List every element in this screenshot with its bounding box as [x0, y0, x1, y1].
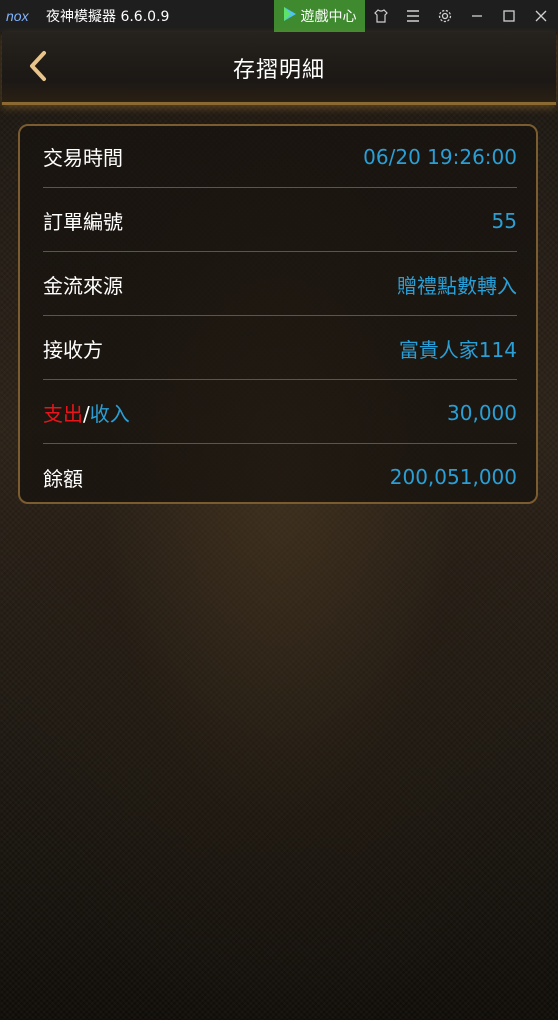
row-value: 贈禮點數轉入 — [397, 274, 517, 298]
detail-row-receiver: 接收方 富貴人家114 — [43, 318, 517, 380]
gear-icon[interactable] — [429, 0, 461, 32]
transaction-detail-card: 交易時間 06/20 19:26:00 訂單編號 55 金流來源 贈禮點數轉入 … — [18, 124, 538, 504]
page-title: 存摺明細 — [232, 58, 325, 83]
svg-text:nox: nox — [6, 9, 30, 23]
minimize-icon[interactable] — [461, 0, 493, 32]
shirt-icon[interactable] — [365, 0, 397, 32]
row-label: 金流來源 — [43, 274, 123, 298]
expense-label: 支出 — [43, 402, 83, 426]
row-label: 訂單編號 — [43, 210, 123, 234]
menu-icon[interactable] — [397, 0, 429, 32]
row-value: 55 — [491, 208, 517, 233]
detail-row-balance: 餘額 200,051,000 — [43, 446, 517, 508]
row-value: 富貴人家114 — [398, 338, 517, 362]
app-screen: 存摺明細 交易時間 06/20 19:26:00 訂單編號 55 金流來源 贈禮… — [0, 32, 558, 1020]
detail-row-time: 交易時間 06/20 19:26:00 — [43, 126, 517, 188]
row-value: 200,051,000 — [389, 465, 517, 489]
detail-row-source: 金流來源 贈禮點數轉入 — [43, 254, 517, 316]
row-value: 06/20 19:26:00 — [363, 144, 517, 169]
emulator-titlebar: nox 夜神模擬器 6.6.0.9 遊戲中心 — [0, 0, 558, 32]
row-value: 30,000 — [447, 400, 517, 425]
game-center-button[interactable]: 遊戲中心 — [274, 0, 365, 32]
emulator-title: 夜神模擬器 6.6.0.9 — [46, 9, 170, 25]
row-label: 支出/收入 — [43, 398, 130, 427]
maximize-icon[interactable] — [493, 0, 525, 32]
close-icon[interactable] — [525, 0, 557, 32]
game-center-label: 遊戲中心 — [300, 9, 357, 25]
row-label: 餘額 — [43, 466, 83, 491]
income-label: 收入 — [89, 402, 130, 426]
detail-row-amount: 支出/收入 30,000 — [43, 382, 517, 444]
nox-logo-icon: nox — [6, 0, 40, 32]
detail-row-order: 訂單編號 55 — [43, 190, 517, 252]
page-header: 存摺明細 — [2, 32, 556, 105]
row-label: 交易時間 — [43, 146, 123, 170]
play-store-icon — [283, 6, 297, 26]
row-label: 接收方 — [43, 338, 103, 362]
label-separator: / — [83, 402, 90, 426]
